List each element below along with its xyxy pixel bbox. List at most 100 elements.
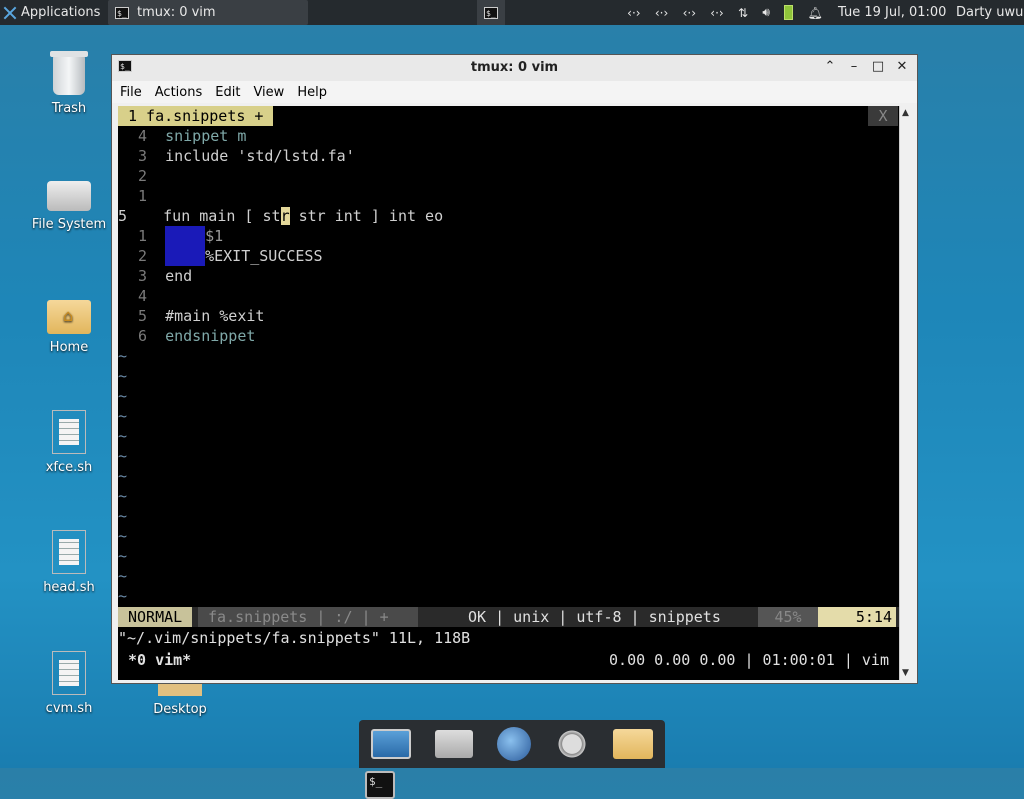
updown-icon[interactable]: ⇅	[738, 6, 748, 20]
scroll-up-icon[interactable]: ▲	[902, 108, 909, 118]
web-browser-icon[interactable]	[497, 727, 531, 761]
menu-help[interactable]: Help	[297, 85, 327, 100]
terminal-icon: $_	[484, 6, 498, 19]
folder-icon[interactable]	[613, 729, 653, 759]
tmux-window[interactable]: *0 vim*	[128, 650, 191, 670]
dock: $_	[359, 720, 665, 799]
vim-cursor: r	[280, 207, 290, 225]
menu-edit[interactable]: Edit	[215, 85, 240, 100]
desktop-icon-desktop[interactable]: Desktop	[130, 684, 230, 717]
terminal-launcher-icon[interactable]: $_	[365, 771, 395, 799]
desktop-icon-cvm-sh[interactable]: cvm.sh	[19, 651, 119, 716]
search-icon[interactable]	[555, 727, 589, 761]
empty-line-marker: ~	[118, 467, 128, 485]
empty-line-marker: ~	[118, 507, 128, 525]
folder-icon	[158, 684, 202, 696]
applications-menu[interactable]: Applications	[0, 0, 106, 25]
desktop-icon-label: cvm.sh	[45, 701, 93, 716]
network-icon[interactable]: ‹·›	[710, 6, 723, 20]
vim-mode: NORMAL	[118, 607, 193, 627]
code-line: 6 endsnippet	[138, 327, 256, 345]
empty-line-marker: ~	[118, 567, 128, 585]
code-line: 3 include 'std/lstd.fa'	[138, 147, 355, 165]
trash-icon	[50, 51, 88, 95]
desktop-icon-label: Desktop	[153, 702, 207, 717]
network-icon[interactable]: ‹·›	[655, 6, 668, 20]
terminal-window: $_ tmux: 0 vim ⌃ – □ ✕ File Actions Edit…	[111, 54, 918, 684]
taskbar-button-tmux[interactable]: $_ tmux: 0 vim	[108, 0, 308, 25]
empty-line-marker: ~	[118, 527, 128, 545]
menu-view[interactable]: View	[253, 85, 284, 100]
close-button[interactable]: ✕	[893, 58, 911, 76]
taskbar-label: tmux: 0 vim	[137, 5, 216, 20]
code-line: 4	[138, 287, 148, 305]
code-line: 5 #main %exit	[138, 307, 265, 325]
menu-file[interactable]: File	[120, 85, 142, 100]
terminal-icon: $_	[115, 6, 129, 19]
desktop-icon-file-system[interactable]: File System	[19, 175, 119, 232]
desktop-icon-xfce-sh[interactable]: xfce.sh	[19, 410, 119, 475]
network-icon[interactable]: ‹·›	[683, 6, 696, 20]
code-line-current: 5 fun main [ str str int ] int eo	[118, 207, 444, 225]
code-line: 1 $1	[138, 226, 224, 246]
terminal-scrollbar[interactable]: ▲ ▼	[899, 106, 913, 680]
vim-tab[interactable]: 1 fa.snippets +	[118, 106, 274, 126]
desktop-icon-label: xfce.sh	[45, 460, 93, 475]
applications-label: Applications	[21, 5, 101, 20]
desktop-icon-trash[interactable]: Trash	[19, 51, 119, 116]
bell-icon[interactable]: 🔔︎	[808, 6, 823, 20]
script-file-icon	[52, 651, 86, 695]
scroll-down-icon[interactable]: ▼	[902, 668, 909, 678]
empty-line-marker: ~	[118, 547, 128, 565]
empty-line-marker: ~	[118, 427, 128, 445]
window-titlebar[interactable]: $_ tmux: 0 vim ⌃ – □ ✕	[112, 55, 917, 81]
home-folder-icon	[47, 300, 91, 334]
desktop-icon-head-sh[interactable]: head.sh	[19, 530, 119, 595]
vim-status-position: 5:14	[818, 607, 896, 627]
clock[interactable]: Tue 19 Jul, 01:00	[838, 0, 946, 25]
network-icon[interactable]: ‹·›	[627, 6, 640, 20]
vim-status-file: fa.snippets | :/ | +	[198, 607, 418, 627]
user-menu[interactable]: Darty uwu	[956, 0, 1023, 25]
script-file-icon	[52, 530, 86, 574]
vim-status-info: OK | unix | utf-8 | snippets	[468, 608, 721, 626]
code-line: 2 %EXIT_SUCCESS	[138, 246, 323, 266]
maximize-button[interactable]: □	[869, 58, 887, 76]
code-line: 3 end	[138, 267, 193, 285]
vim-status-percent: 45%	[758, 607, 818, 627]
empty-line-marker: ~	[118, 447, 128, 465]
chevron-up-icon[interactable]: ⌃	[821, 58, 839, 76]
code-line: 4 snippet m	[138, 127, 247, 145]
empty-line-marker: ~	[118, 587, 128, 605]
menu-actions[interactable]: Actions	[155, 85, 203, 100]
empty-line-marker: ~	[118, 347, 128, 365]
vim-tab-close[interactable]: X	[868, 106, 898, 126]
menubar: File Actions Edit View Help	[112, 81, 917, 103]
script-file-icon	[52, 410, 86, 454]
desktop-icon-label: Home	[49, 340, 89, 355]
empty-line-marker: ~	[118, 387, 128, 405]
desktop-icon-home[interactable]: Home	[19, 296, 119, 355]
desktop-icon-label: head.sh	[43, 580, 95, 595]
xfce-logo-icon	[3, 6, 17, 20]
volume-icon[interactable]: 🔊︎	[762, 5, 770, 20]
top-panel: Applications $_ tmux: 0 vim $_ ‹·› ‹·› ‹…	[0, 0, 1024, 25]
terminal-area[interactable]: 1 fa.snippets + X 4 snippet m 3 include …	[118, 106, 899, 680]
file-manager-icon[interactable]	[435, 730, 473, 758]
code-line: 1	[138, 187, 148, 205]
drive-icon	[47, 181, 91, 211]
tmux-statusbar: *0 vim* 0.00 0.00 0.00 | 01:00:01 | vim	[118, 650, 899, 670]
vim-tabline: 1 fa.snippets + X	[118, 106, 899, 126]
show-desktop-icon[interactable]	[371, 729, 411, 759]
window-title: tmux: 0 vim	[470, 60, 559, 75]
system-tray: ‹·› ‹·› ‹·› ‹·› ⇅ 🔊︎ 🔔︎	[620, 0, 830, 25]
empty-line-marker: ~	[118, 367, 128, 385]
vim-message: "~/.vim/snippets/fa.snippets" 11L, 118B	[118, 629, 471, 647]
battery-icon[interactable]	[784, 5, 794, 20]
minimize-button[interactable]: –	[845, 58, 863, 76]
empty-line-marker: ~	[118, 407, 128, 425]
workspace-terminal-icon[interactable]: $_	[477, 0, 505, 25]
empty-line-marker: ~	[118, 487, 128, 505]
code-line: 2	[138, 167, 148, 185]
desktop-icon-label: File System	[31, 217, 107, 232]
